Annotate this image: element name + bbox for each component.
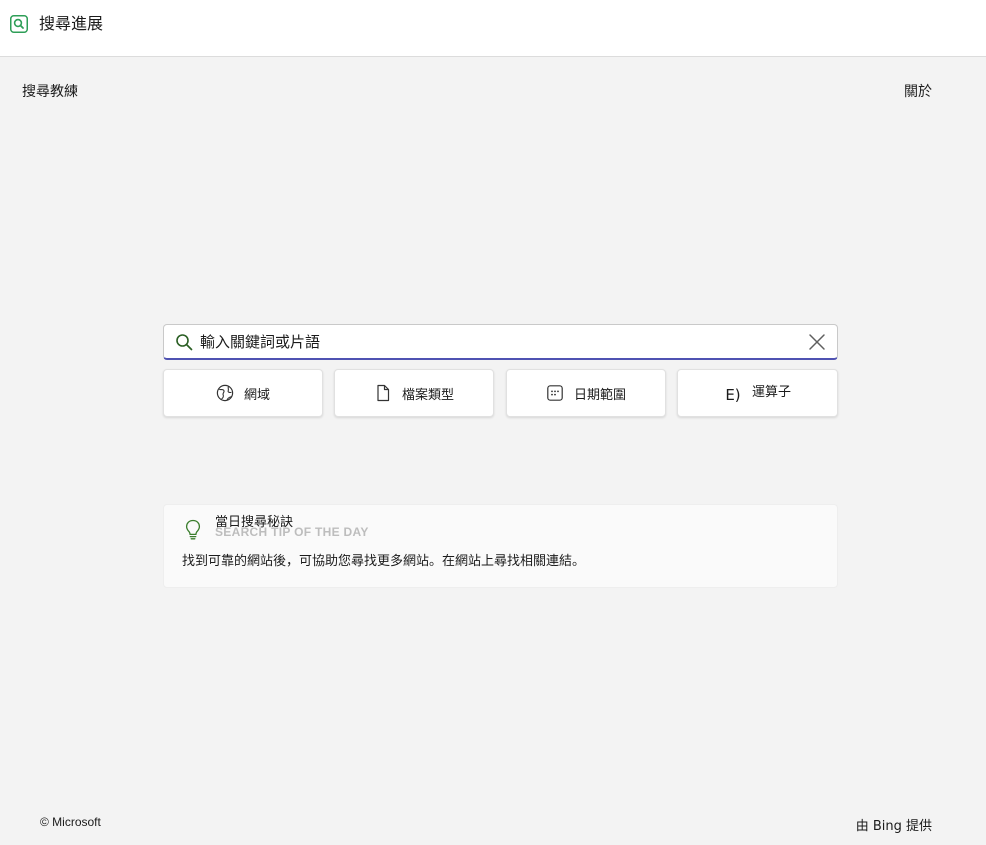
- title-bar: 搜尋進展: [0, 0, 986, 57]
- date-range-filter-button[interactable]: 日期範圍: [506, 369, 666, 417]
- search-input[interactable]: [200, 329, 790, 355]
- operator-icon: E): [725, 386, 741, 404]
- search-box[interactable]: [163, 324, 838, 360]
- search-app-icon: [10, 15, 28, 33]
- clear-icon[interactable]: [807, 332, 827, 352]
- document-icon: [377, 384, 390, 402]
- tip-heading: 當日搜尋秘訣: [215, 515, 294, 530]
- lightbulb-icon: [185, 519, 201, 540]
- file-type-filter-label: 檔案類型: [401, 387, 454, 403]
- powered-by-text: 由 Bing 提供: [855, 819, 932, 834]
- operator-filter-label: 運算子: [751, 384, 791, 400]
- copyright-text: © Microsoft: [40, 815, 101, 829]
- search-coach-link[interactable]: 搜尋教練: [22, 83, 78, 101]
- app-title: 搜尋進展: [39, 14, 104, 33]
- globe-icon: [216, 384, 234, 402]
- calendar-icon: [547, 385, 563, 401]
- filter-bar: 網域 檔案類型 日期範圍 E) 運算子: [163, 369, 838, 417]
- search-icon: [176, 334, 193, 351]
- domain-filter-label: 網域: [243, 387, 270, 403]
- tip-text: 找到可靠的網站後，可協助您尋找更多網站。在網站上尋找相關連結。: [182, 554, 586, 569]
- about-link[interactable]: 關於: [904, 83, 932, 101]
- date-range-filter-label: 日期範圍: [573, 387, 626, 403]
- file-type-filter-button[interactable]: 檔案類型: [334, 369, 494, 417]
- operator-filter-button[interactable]: E) 運算子: [677, 369, 838, 417]
- domain-filter-button[interactable]: 網域: [163, 369, 323, 417]
- search-tip-card: SEARCH TIP OF THE DAY 當日搜尋秘訣 找到可靠的網站後，可協…: [163, 504, 838, 588]
